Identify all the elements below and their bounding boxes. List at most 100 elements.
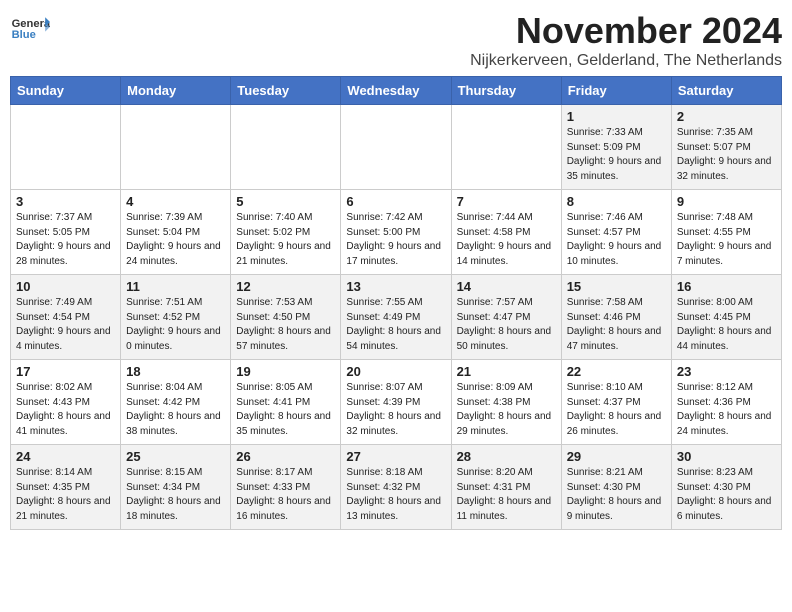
day-info: Sunrise: 8:20 AM Sunset: 4:31 PM Dayligh… <box>457 466 556 524</box>
day-number: 21 <box>457 364 556 379</box>
day-info: Sunrise: 8:18 AM Sunset: 4:32 PM Dayligh… <box>346 466 445 524</box>
calendar-cell <box>231 105 341 190</box>
day-info: Sunrise: 8:15 AM Sunset: 4:34 PM Dayligh… <box>126 466 225 524</box>
day-number: 23 <box>677 364 776 379</box>
day-number: 6 <box>346 194 445 209</box>
logo: General Blue <box>10 10 50 42</box>
day-number: 3 <box>16 194 115 209</box>
weekday-header-friday: Friday <box>561 77 671 105</box>
day-info: Sunrise: 8:04 AM Sunset: 4:42 PM Dayligh… <box>126 381 225 439</box>
calendar-cell: 27 Sunrise: 8:18 AM Sunset: 4:32 PM Dayli… <box>341 445 451 530</box>
day-number: 16 <box>677 279 776 294</box>
day-info: Sunrise: 8:07 AM Sunset: 4:39 PM Dayligh… <box>346 381 445 439</box>
day-info: Sunrise: 8:05 AM Sunset: 4:41 PM Dayligh… <box>236 381 335 439</box>
month-title: November 2024 <box>470 10 782 52</box>
weekday-header-saturday: Saturday <box>671 77 781 105</box>
day-number: 24 <box>16 449 115 464</box>
calendar-body: 1 Sunrise: 7:33 AM Sunset: 5:09 PM Daylig… <box>11 105 782 530</box>
calendar-week-row: 3 Sunrise: 7:37 AM Sunset: 5:05 PM Daylig… <box>11 190 782 275</box>
calendar-cell: 25 Sunrise: 8:15 AM Sunset: 4:34 PM Dayli… <box>121 445 231 530</box>
header: General Blue November 2024 Nijkerkerveen… <box>10 10 782 70</box>
calendar-cell <box>121 105 231 190</box>
calendar-cell: 12 Sunrise: 7:53 AM Sunset: 4:50 PM Dayli… <box>231 275 341 360</box>
day-info: Sunrise: 8:23 AM Sunset: 4:30 PM Dayligh… <box>677 466 776 524</box>
day-info: Sunrise: 7:42 AM Sunset: 5:00 PM Dayligh… <box>346 211 445 269</box>
day-number: 9 <box>677 194 776 209</box>
svg-text:Blue: Blue <box>12 29 36 41</box>
day-info: Sunrise: 8:17 AM Sunset: 4:33 PM Dayligh… <box>236 466 335 524</box>
calendar-cell: 14Sunrise: 7:57 AM Sunset: 4:47 PM Dayli… <box>451 275 561 360</box>
weekday-header-tuesday: Tuesday <box>231 77 341 105</box>
weekday-header-thursday: Thursday <box>451 77 561 105</box>
calendar-cell: 26 Sunrise: 8:17 AM Sunset: 4:33 PM Dayli… <box>231 445 341 530</box>
day-info: Sunrise: 8:14 AM Sunset: 4:35 PM Dayligh… <box>16 466 115 524</box>
weekday-header-monday: Monday <box>121 77 231 105</box>
calendar-cell: 3 Sunrise: 7:37 AM Sunset: 5:05 PM Daylig… <box>11 190 121 275</box>
day-number: 18 <box>126 364 225 379</box>
calendar-week-row: 1 Sunrise: 7:33 AM Sunset: 5:09 PM Daylig… <box>11 105 782 190</box>
weekday-header-wednesday: Wednesday <box>341 77 451 105</box>
calendar-cell: 29Sunrise: 8:21 AM Sunset: 4:30 PM Dayli… <box>561 445 671 530</box>
day-number: 27 <box>346 449 445 464</box>
calendar-cell: 1 Sunrise: 7:33 AM Sunset: 5:09 PM Daylig… <box>561 105 671 190</box>
calendar-cell: 7Sunrise: 7:44 AM Sunset: 4:58 PM Daylig… <box>451 190 561 275</box>
calendar-cell: 18 Sunrise: 8:04 AM Sunset: 4:42 PM Dayli… <box>121 360 231 445</box>
calendar-cell: 20 Sunrise: 8:07 AM Sunset: 4:39 PM Dayli… <box>341 360 451 445</box>
calendar-cell: 30 Sunrise: 8:23 AM Sunset: 4:30 PM Dayli… <box>671 445 781 530</box>
calendar-cell: 15Sunrise: 7:58 AM Sunset: 4:46 PM Dayli… <box>561 275 671 360</box>
calendar-cell: 10Sunrise: 7:49 AM Sunset: 4:54 PM Dayli… <box>11 275 121 360</box>
day-number: 30 <box>677 449 776 464</box>
day-info: Sunrise: 7:55 AM Sunset: 4:49 PM Dayligh… <box>346 296 445 354</box>
day-number: 5 <box>236 194 335 209</box>
day-info: Sunrise: 7:39 AM Sunset: 5:04 PM Dayligh… <box>126 211 225 269</box>
calendar-cell: 21 Sunrise: 8:09 AM Sunset: 4:38 PM Dayli… <box>451 360 561 445</box>
calendar-cell: 16Sunrise: 8:00 AM Sunset: 4:45 PM Dayli… <box>671 275 781 360</box>
calendar-cell: 23 Sunrise: 8:12 AM Sunset: 4:36 PM Dayli… <box>671 360 781 445</box>
day-number: 20 <box>346 364 445 379</box>
day-info: Sunrise: 8:09 AM Sunset: 4:38 PM Dayligh… <box>457 381 556 439</box>
calendar-cell: 9Sunrise: 7:48 AM Sunset: 4:55 PM Daylig… <box>671 190 781 275</box>
day-info: Sunrise: 7:35 AM Sunset: 5:07 PM Dayligh… <box>677 126 776 184</box>
day-number: 8 <box>567 194 666 209</box>
calendar-cell: 11Sunrise: 7:51 AM Sunset: 4:52 PM Dayli… <box>121 275 231 360</box>
calendar-cell: 6 Sunrise: 7:42 AM Sunset: 5:00 PM Daylig… <box>341 190 451 275</box>
calendar-cell: 19 Sunrise: 8:05 AM Sunset: 4:41 PM Dayli… <box>231 360 341 445</box>
day-info: Sunrise: 8:10 AM Sunset: 4:37 PM Dayligh… <box>567 381 666 439</box>
day-number: 28 <box>457 449 556 464</box>
day-number: 12 <box>236 279 335 294</box>
day-info: Sunrise: 7:46 AM Sunset: 4:57 PM Dayligh… <box>567 211 666 269</box>
weekday-header-row: SundayMondayTuesdayWednesdayThursdayFrid… <box>11 77 782 105</box>
calendar-cell: 24 Sunrise: 8:14 AM Sunset: 4:35 PM Dayli… <box>11 445 121 530</box>
svg-text:General: General <box>12 18 50 30</box>
location-title: Nijkerkerveen, Gelderland, The Netherlan… <box>470 52 782 70</box>
day-number: 19 <box>236 364 335 379</box>
calendar-cell: 13 Sunrise: 7:55 AM Sunset: 4:49 PM Dayli… <box>341 275 451 360</box>
day-number: 13 <box>346 279 445 294</box>
calendar-table: SundayMondayTuesdayWednesdayThursdayFrid… <box>10 76 782 530</box>
calendar-cell: 4Sunrise: 7:39 AM Sunset: 5:04 PM Daylig… <box>121 190 231 275</box>
day-number: 11 <box>126 279 225 294</box>
calendar-header: SundayMondayTuesdayWednesdayThursdayFrid… <box>11 77 782 105</box>
day-info: Sunrise: 7:58 AM Sunset: 4:46 PM Dayligh… <box>567 296 666 354</box>
day-number: 17 <box>16 364 115 379</box>
calendar-week-row: 24 Sunrise: 8:14 AM Sunset: 4:35 PM Dayli… <box>11 445 782 530</box>
day-info: Sunrise: 7:40 AM Sunset: 5:02 PM Dayligh… <box>236 211 335 269</box>
day-number: 26 <box>236 449 335 464</box>
calendar-cell: 5 Sunrise: 7:40 AM Sunset: 5:02 PM Daylig… <box>231 190 341 275</box>
calendar-cell: 17 Sunrise: 8:02 AM Sunset: 4:43 PM Dayli… <box>11 360 121 445</box>
calendar-cell: 28 Sunrise: 8:20 AM Sunset: 4:31 PM Dayli… <box>451 445 561 530</box>
day-number: 1 <box>567 109 666 124</box>
day-number: 25 <box>126 449 225 464</box>
day-info: Sunrise: 7:37 AM Sunset: 5:05 PM Dayligh… <box>16 211 115 269</box>
calendar-week-row: 17 Sunrise: 8:02 AM Sunset: 4:43 PM Dayli… <box>11 360 782 445</box>
calendar-cell: 2 Sunrise: 7:35 AM Sunset: 5:07 PM Daylig… <box>671 105 781 190</box>
calendar-cell: 8 Sunrise: 7:46 AM Sunset: 4:57 PM Daylig… <box>561 190 671 275</box>
day-info: Sunrise: 8:02 AM Sunset: 4:43 PM Dayligh… <box>16 381 115 439</box>
day-info: Sunrise: 7:33 AM Sunset: 5:09 PM Dayligh… <box>567 126 666 184</box>
day-info: Sunrise: 7:53 AM Sunset: 4:50 PM Dayligh… <box>236 296 335 354</box>
day-info: Sunrise: 8:12 AM Sunset: 4:36 PM Dayligh… <box>677 381 776 439</box>
generalblue-logo-icon: General Blue <box>10 14 50 42</box>
calendar-cell <box>451 105 561 190</box>
calendar-cell: 22Sunrise: 8:10 AM Sunset: 4:37 PM Dayli… <box>561 360 671 445</box>
day-number: 2 <box>677 109 776 124</box>
